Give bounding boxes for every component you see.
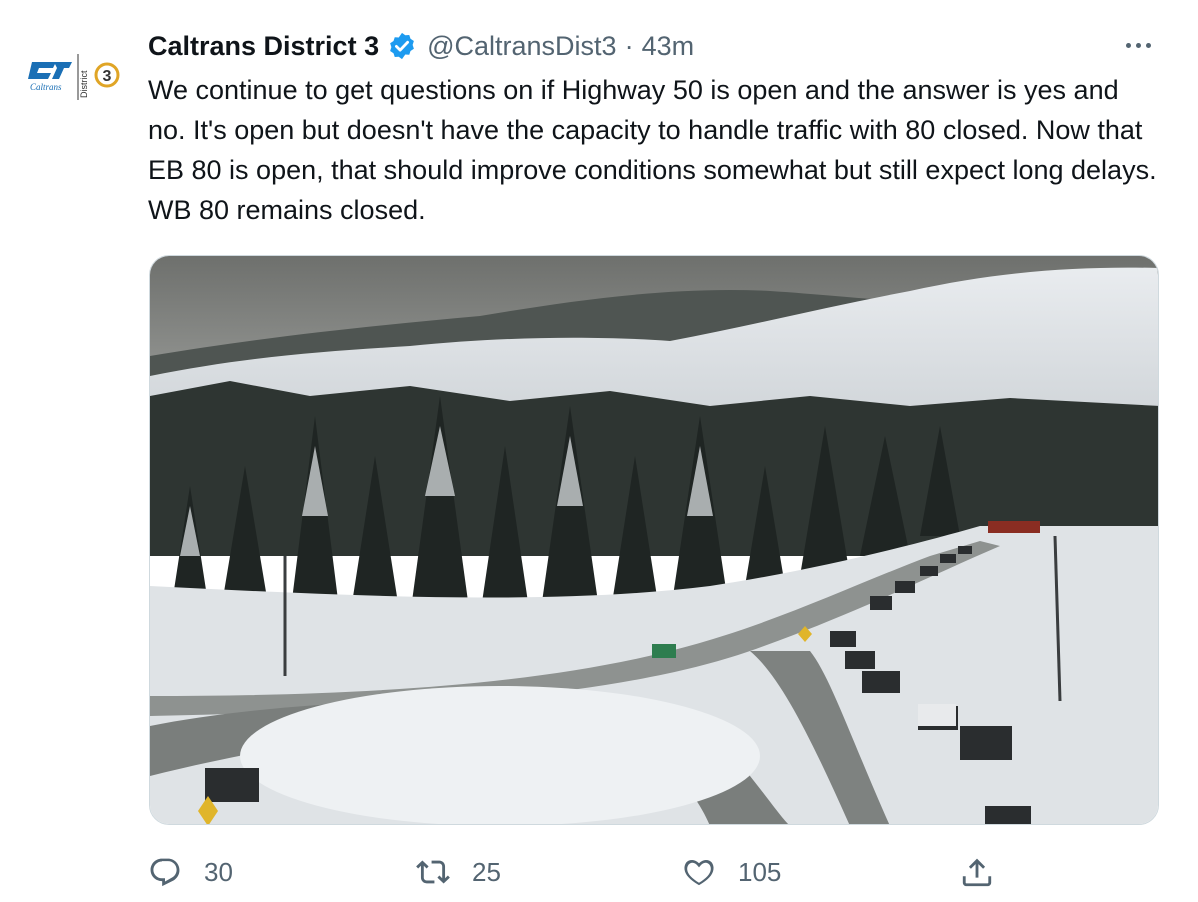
logo-wordmark: Caltrans: [30, 82, 62, 92]
caltrans-district-3-logo: Caltrans District 3: [28, 54, 120, 100]
more-options-icon[interactable]: [1118, 30, 1158, 60]
display-name[interactable]: Caltrans District 3: [148, 31, 379, 62]
tweet-header: Caltrans District 3 @CaltransDist3 · 43m: [148, 28, 694, 64]
retweet-button[interactable]: 25: [416, 850, 501, 894]
verified-badge-icon: [387, 31, 417, 61]
retweet-count: 25: [472, 856, 501, 887]
logo-district-label: District: [79, 70, 89, 98]
like-button[interactable]: 105: [682, 850, 781, 894]
tweet-text: We continue to get questions on if Highw…: [148, 75, 1157, 225]
logo-district-number: 3: [103, 68, 112, 85]
retweet-icon: [416, 855, 450, 889]
reply-button[interactable]: 30: [148, 850, 233, 894]
timestamp[interactable]: 43m: [642, 31, 695, 62]
handle[interactable]: @CaltransDist3: [427, 31, 616, 62]
tweet-media-photo[interactable]: [149, 255, 1159, 825]
avatar[interactable]: Caltrans District 3: [24, 40, 124, 120]
like-count: 105: [738, 856, 782, 887]
separator: ·: [624, 30, 634, 61]
share-button[interactable]: [960, 850, 994, 894]
reply-icon: [148, 855, 182, 889]
tweet-actions: 30 25 105: [148, 850, 1008, 894]
share-icon: [960, 855, 994, 889]
heart-icon: [682, 855, 716, 889]
reply-count: 30: [204, 856, 233, 887]
traffic-camera-image: [150, 256, 1158, 824]
tweet[interactable]: Caltrans District 3 Caltrans District 3 …: [0, 0, 1198, 902]
